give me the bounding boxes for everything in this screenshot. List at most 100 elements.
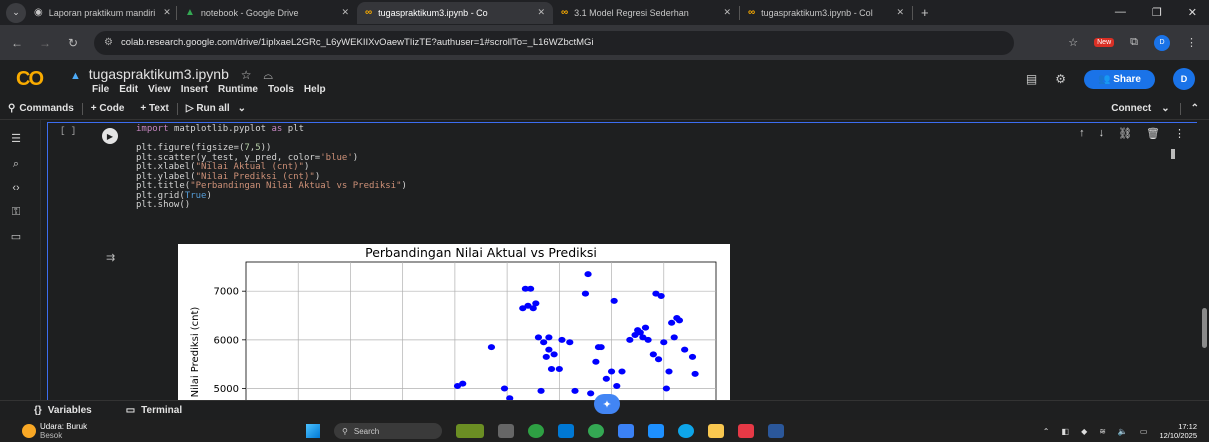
widgets-icon[interactable]	[456, 424, 484, 438]
menu-runtime[interactable]: Runtime	[218, 84, 258, 95]
chevron-down-icon[interactable]: ⌄	[238, 103, 246, 114]
reload-icon[interactable]: ↻	[62, 36, 84, 50]
menu-help[interactable]: Help	[304, 84, 326, 95]
taskbar-search-input[interactable]: ⚲ Search	[334, 423, 442, 439]
tray-app2-icon[interactable]: ◆	[1081, 427, 1087, 436]
move-down-icon[interactable]: ↓	[1099, 127, 1105, 140]
search-icon: ⚲	[342, 426, 348, 436]
settings-icon[interactable]: ⚙	[1055, 72, 1066, 86]
terminal-button[interactable]: ▭ Terminal	[126, 405, 182, 416]
secrets-key-icon[interactable]: ⚿	[8, 206, 24, 222]
restore-icon[interactable]: ❐	[1152, 6, 1162, 19]
edge-icon[interactable]	[678, 424, 694, 438]
run-cell-button[interactable]: ▶	[102, 128, 118, 144]
github-icon: ◉	[34, 7, 43, 18]
table-of-contents-icon[interactable]: ☰	[8, 132, 24, 148]
comment-icon[interactable]: ▤	[1026, 72, 1037, 86]
bookmark-star-icon[interactable]: ☆	[1068, 36, 1078, 49]
share-button[interactable]: 👥 Share	[1083, 69, 1155, 89]
tab-colab-active[interactable]: ∞ tugaspraktikum3.ipynb - Co ✕	[357, 1, 553, 24]
output-toggle-icon[interactable]: ⇉	[106, 251, 115, 264]
data-point	[613, 383, 621, 390]
delete-icon[interactable]: 🗑	[1146, 127, 1160, 140]
star-icon[interactable]: ☆	[241, 68, 252, 82]
tray-chevron-icon[interactable]: ⌃	[1043, 427, 1050, 436]
find-icon[interactable]: ⌕	[8, 158, 24, 174]
user-avatar[interactable]: D	[1173, 68, 1195, 90]
tab-laporan[interactable]: ◉ Laporan praktikum mandiri ✕	[26, 2, 176, 24]
extensions-icon[interactable]: ⧉	[1130, 36, 1138, 49]
code-cell[interactable]: [ ] ▶ import matplotlib.pyplot as plt pl…	[47, 122, 1197, 402]
volume-icon[interactable]: 🔈	[1118, 427, 1128, 436]
app-icon[interactable]	[618, 424, 634, 438]
close-icon[interactable]: ✕	[163, 7, 171, 18]
code-editor[interactable]: import matplotlib.pyplot as plt plt.figu…	[136, 124, 407, 211]
notebook-title-text[interactable]: tugaspraktikum3.ipynb	[89, 66, 229, 82]
add-code-button[interactable]: + Code	[83, 103, 133, 114]
move-up-icon[interactable]: ↑	[1079, 127, 1085, 140]
battery-icon[interactable]: ▭	[1140, 427, 1148, 436]
tab-regresi[interactable]: ∞ 3.1 Model Regresi Sederhan ✕	[553, 2, 739, 24]
tab-colab-2[interactable]: ∞ tugaspraktikum3.ipynb - Col ✕	[740, 2, 912, 24]
colab-logo[interactable]: CO	[16, 68, 44, 91]
gemini-button[interactable]: ✦	[594, 394, 620, 414]
tab-search-icon[interactable]: ⌄	[6, 2, 26, 23]
clock[interactable]: 17:12 12/10/2025	[1159, 422, 1197, 440]
site-info-icon[interactable]: ⚙	[104, 37, 113, 48]
close-icon[interactable]: ✕	[723, 7, 731, 18]
more-icon[interactable]: ⋮	[1174, 127, 1185, 140]
connect-dropdown-icon[interactable]: ⌄	[1161, 103, 1169, 114]
tray-app-icon[interactable]: ◧	[1062, 427, 1070, 436]
windows-start-icon[interactable]	[306, 424, 320, 438]
shared-icon[interactable]: ⌓	[263, 68, 273, 82]
y-tick-label: 5000	[214, 384, 239, 395]
code-snippets-icon[interactable]: ‹›	[8, 182, 24, 198]
file-explorer-icon[interactable]	[708, 424, 724, 438]
editor-scroll-thumb[interactable]	[1171, 149, 1175, 159]
menu-file[interactable]: File	[92, 84, 109, 95]
data-point	[665, 368, 673, 375]
variables-button[interactable]: {} Variables	[34, 405, 92, 416]
task-view-icon[interactable]	[498, 424, 514, 438]
page-scrollbar[interactable]	[1200, 120, 1209, 400]
data-point	[534, 334, 543, 341]
files-folder-icon[interactable]: ▭	[8, 230, 24, 246]
chrome-icon[interactable]	[588, 424, 604, 438]
close-icon[interactable]: ✕	[341, 7, 349, 18]
connect-button[interactable]: Connect	[1111, 103, 1151, 114]
scatter-plot-output: Perbandingan Nilai Aktual vs Prediksi400…	[178, 244, 730, 402]
word-icon[interactable]	[768, 424, 784, 438]
weather-title: Udara: Buruk	[40, 422, 88, 431]
new-badge[interactable]: New	[1094, 38, 1115, 47]
close-window-icon[interactable]: ✕	[1188, 6, 1197, 19]
store-icon[interactable]	[648, 424, 664, 438]
data-point	[657, 293, 665, 300]
run-all-button[interactable]: ▷ Run all ⌄	[178, 103, 254, 114]
profile-avatar[interactable]: D	[1154, 34, 1170, 51]
close-icon[interactable]: ✕	[896, 7, 904, 18]
menu-edit[interactable]: Edit	[119, 84, 138, 95]
url-input[interactable]: ⚙ colab.research.google.com/drive/1iplxa…	[94, 30, 1014, 55]
back-icon[interactable]: ←	[6, 36, 28, 50]
colab-icon: ∞	[365, 7, 373, 18]
copilot-icon[interactable]	[528, 424, 544, 438]
wps-icon[interactable]	[738, 424, 754, 438]
commands-button[interactable]: ⚲ Commands	[0, 103, 82, 114]
forward-icon[interactable]: →	[34, 36, 56, 50]
minimize-icon[interactable]: —	[1115, 6, 1126, 19]
menu-tools[interactable]: Tools	[268, 84, 294, 95]
menu-insert[interactable]: Insert	[181, 84, 208, 95]
add-text-button[interactable]: + Text	[132, 103, 176, 114]
menu-view[interactable]: View	[148, 84, 171, 95]
vscode-icon[interactable]	[558, 424, 574, 438]
wifi-icon[interactable]: ≋	[1099, 427, 1106, 436]
browser-menu-icon[interactable]: ⋮	[1186, 36, 1197, 49]
data-point	[644, 336, 652, 343]
collapse-icon[interactable]: ⌃	[1191, 103, 1199, 114]
close-icon[interactable]: ✕	[537, 7, 545, 18]
tab-drive[interactable]: ▲ notebook - Google Drive ✕	[177, 2, 357, 24]
weather-widget[interactable]: Udara: Buruk Besok	[22, 422, 87, 440]
new-tab-button[interactable]: +	[913, 2, 937, 24]
system-tray: ⌃ ◧ ◆ ≋ 🔈 ▭ 17:12 12/10/2025	[1043, 420, 1197, 442]
link-icon[interactable]: ⛓	[1118, 127, 1132, 140]
